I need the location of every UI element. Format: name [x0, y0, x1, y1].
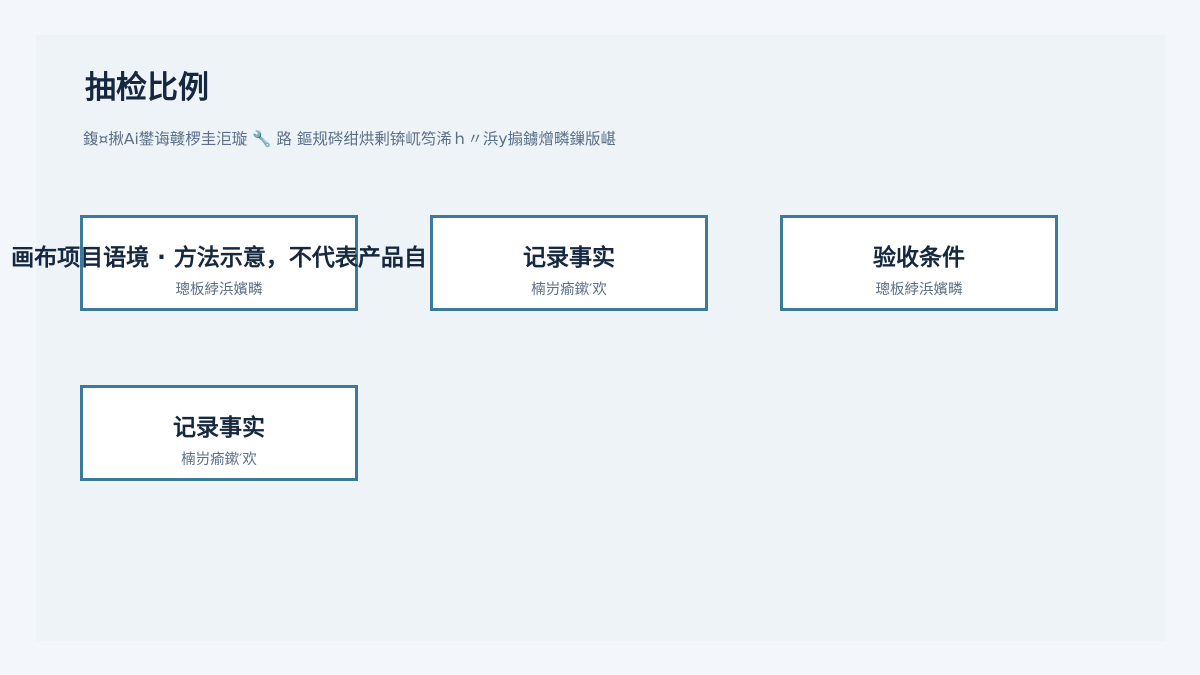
step-box-4: 记录事实 楠岃瘉鏉′欢: [80, 385, 358, 481]
step-box-3: 验收条件 璁板綍浜嬪疄: [780, 215, 1058, 311]
step-box-1-label: 画布项目语境 · 方法示意，不代表产品自: [11, 245, 427, 271]
step-box-2-sublabel: 楠岃瘉鏉′欢: [531, 282, 607, 298]
step-box-2-label: 记录事实: [523, 245, 615, 271]
step-box-1: 画布项目语境 · 方法示意，不代表产品自 璁板綍浜嬪疄: [11, 215, 427, 311]
step-box-2: 记录事实 楠岃瘉鏉′欢: [430, 215, 708, 311]
step-box-4-sublabel: 楠岃瘉鏉′欢: [181, 452, 257, 468]
step-box-3-label: 验收条件: [873, 245, 965, 271]
step-box-1-sublabel: 璁板綍浜嬪疄: [175, 282, 263, 298]
page-subtitle: 鍑¤揪Ai鐢诲竷椤圭洰璇 🔧 路 鏂规硶绀烘剰锛屼笉浠ｈ〃浜у搧鐪熷疄鏁版嵁: [83, 130, 617, 148]
step-box-3-sublabel: 璁板綍浜嬪疄: [875, 282, 963, 298]
content-panel: [36, 35, 1165, 641]
page-title: 抽检比例: [85, 70, 209, 106]
step-box-4-label: 记录事实: [173, 415, 265, 441]
